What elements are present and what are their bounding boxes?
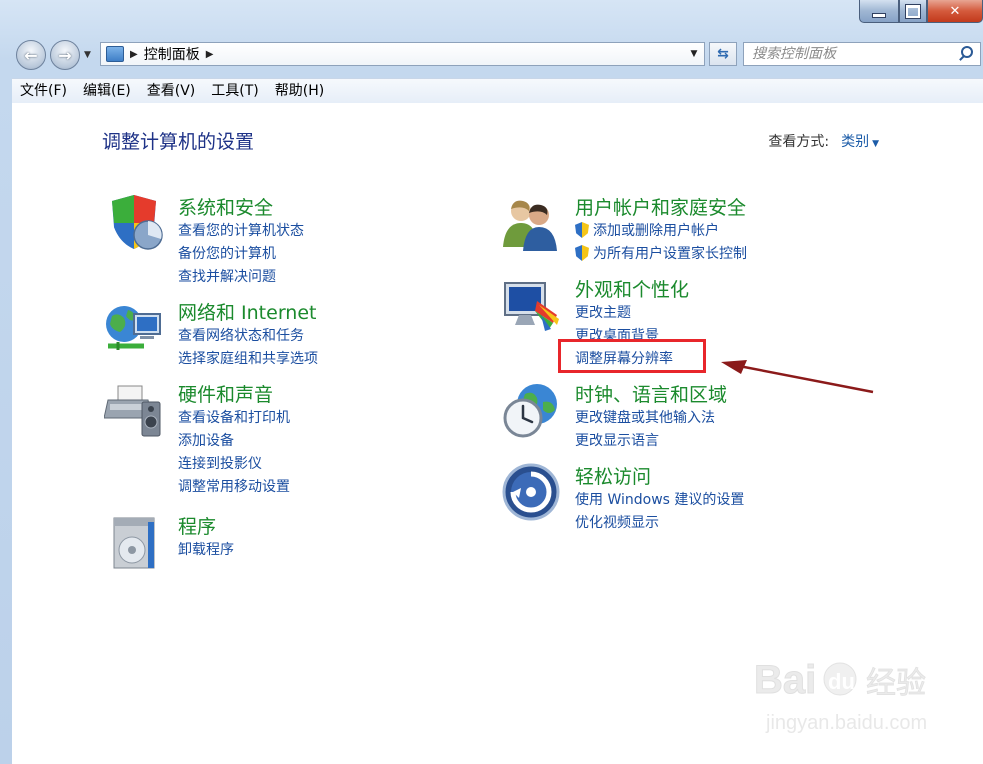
view-by-label: 查看方式: (768, 134, 830, 150)
minimize-button[interactable] (859, 0, 899, 23)
category-title[interactable]: 时钟、语言和区域 (575, 380, 727, 407)
chevron-down-icon: ▼ (690, 49, 698, 59)
breadcrumb-separator-icon[interactable]: ▶ (130, 49, 138, 60)
maximize-button[interactable] (899, 0, 927, 23)
recent-pages-dropdown[interactable]: ▼ (84, 50, 91, 60)
link-connect-projector[interactable]: 连接到投影仪 (178, 453, 290, 476)
category-title[interactable]: 系统和安全 (178, 193, 273, 220)
maximize-icon (905, 3, 921, 19)
menu-file[interactable]: 文件(F) (12, 80, 75, 102)
link-label: 为所有用户设置家长控制 (593, 246, 747, 262)
category-title[interactable]: 程序 (178, 512, 216, 539)
view-by-dropdown[interactable]: 类别 (841, 134, 869, 150)
back-button[interactable]: ← (16, 40, 46, 70)
forward-arrow-icon: → (58, 45, 72, 65)
clock-globe-icon[interactable] (501, 380, 561, 440)
close-icon: ✕ (949, 3, 961, 19)
refresh-icon: ⇆ (717, 46, 729, 62)
link-keyboard-input[interactable]: 更改键盘或其他输入法 (575, 407, 715, 430)
monitor-palette-icon[interactable] (501, 275, 561, 335)
refresh-button[interactable]: ⇆ (709, 42, 737, 66)
shield-chart-icon[interactable] (104, 193, 164, 253)
link-recommended-settings[interactable]: 使用 Windows 建议的设置 (575, 489, 744, 512)
link-parental-controls[interactable]: 为所有用户设置家长控制 (575, 243, 747, 266)
link-network-status[interactable]: 查看网络状态和任务 (178, 325, 318, 348)
ease-of-access-icon[interactable] (501, 462, 561, 522)
watermark-url: jingyan.baidu.com (765, 712, 927, 734)
menu-view[interactable]: 查看(V) (139, 80, 204, 102)
search-box[interactable] (743, 42, 981, 66)
link-uninstall-program[interactable]: 卸载程序 (178, 539, 234, 562)
link-view-computer-status[interactable]: 查看您的计算机状态 (178, 220, 304, 243)
breadcrumb-control-panel[interactable]: 控制面板 (144, 44, 200, 64)
link-add-remove-accounts[interactable]: 添加或删除用户帐户 (575, 220, 747, 243)
link-display-language[interactable]: 更改显示语言 (575, 430, 715, 453)
highlight-box (558, 339, 706, 373)
category-title[interactable]: 用户帐户和家庭安全 (575, 193, 746, 220)
link-devices-printers[interactable]: 查看设备和打印机 (178, 407, 290, 430)
printer-speaker-icon[interactable] (104, 380, 164, 440)
link-mobility-settings[interactable]: 调整常用移动设置 (178, 476, 290, 499)
category-title[interactable]: 轻松访问 (575, 462, 651, 489)
address-bar[interactable]: ▶ 控制面板 ▶ ▼ (100, 42, 705, 66)
program-disc-icon[interactable] (104, 512, 164, 572)
watermark-brand-a: Bai (754, 658, 816, 702)
control-panel-icon (106, 46, 124, 62)
baidu-watermark: Bai du 经验 jingyan.baidu.com (754, 645, 974, 745)
window-controls: ✕ (859, 0, 983, 24)
search-input[interactable] (744, 43, 958, 65)
chevron-down-icon[interactable]: ▼ (872, 139, 879, 149)
network-globe-icon[interactable] (104, 298, 164, 358)
users-icon[interactable] (501, 193, 561, 253)
link-optimize-video[interactable]: 优化视频显示 (575, 512, 744, 535)
baidu-paw-logo-icon: Bai du 经验 jingyan.baidu.com (754, 658, 928, 735)
watermark-brand-c: 经验 (866, 666, 926, 701)
close-button[interactable]: ✕ (927, 0, 983, 23)
menu-bar: 文件(F) 编辑(E) 查看(V) 工具(T) 帮助(H) (12, 78, 983, 104)
link-backup-computer[interactable]: 备份您的计算机 (178, 243, 304, 266)
category-title[interactable]: 硬件和声音 (178, 380, 273, 407)
uac-shield-icon (575, 245, 589, 261)
menu-tools[interactable]: 工具(T) (203, 80, 266, 102)
menu-edit[interactable]: 编辑(E) (75, 80, 139, 102)
forward-button[interactable]: → (50, 40, 80, 70)
chevron-down-icon: ▼ (84, 50, 91, 60)
window-frame: ✕ ← → ▼ ▶ 控制面板 ▶ ▼ ⇆ 文件(F) 编辑(E) 查看(V) 工… (0, 0, 983, 764)
watermark-brand-b: du (828, 669, 855, 694)
navigation-bar: ← → ▼ ▶ 控制面板 ▶ ▼ ⇆ (12, 38, 982, 72)
control-panel-content: 调整计算机的设置 查看方式: 类别 ▼ 系统和安全 查看您的计算机状态 备份您的计算… (12, 103, 983, 764)
page-title: 调整计算机的设置 (102, 131, 255, 153)
breadcrumb-separator-icon[interactable]: ▶ (206, 49, 214, 60)
link-add-device[interactable]: 添加设备 (178, 430, 290, 453)
minimize-icon (872, 12, 886, 18)
search-icon[interactable] (958, 44, 976, 64)
category-title[interactable]: 网络和 Internet (178, 298, 316, 325)
category-title[interactable]: 外观和个性化 (575, 275, 689, 302)
annotation-arrow-icon (721, 360, 874, 394)
uac-shield-icon (575, 222, 589, 238)
address-dropdown-button[interactable]: ▼ (684, 43, 704, 65)
link-label: 添加或删除用户帐户 (593, 223, 719, 239)
menu-help[interactable]: 帮助(H) (267, 80, 332, 102)
view-by-control: 查看方式: 类别 ▼ (768, 131, 879, 151)
link-homegroup-sharing[interactable]: 选择家庭组和共享选项 (178, 348, 318, 371)
link-troubleshoot[interactable]: 查找并解决问题 (178, 266, 304, 289)
back-arrow-icon: ← (24, 45, 38, 65)
link-change-theme[interactable]: 更改主题 (575, 302, 673, 325)
